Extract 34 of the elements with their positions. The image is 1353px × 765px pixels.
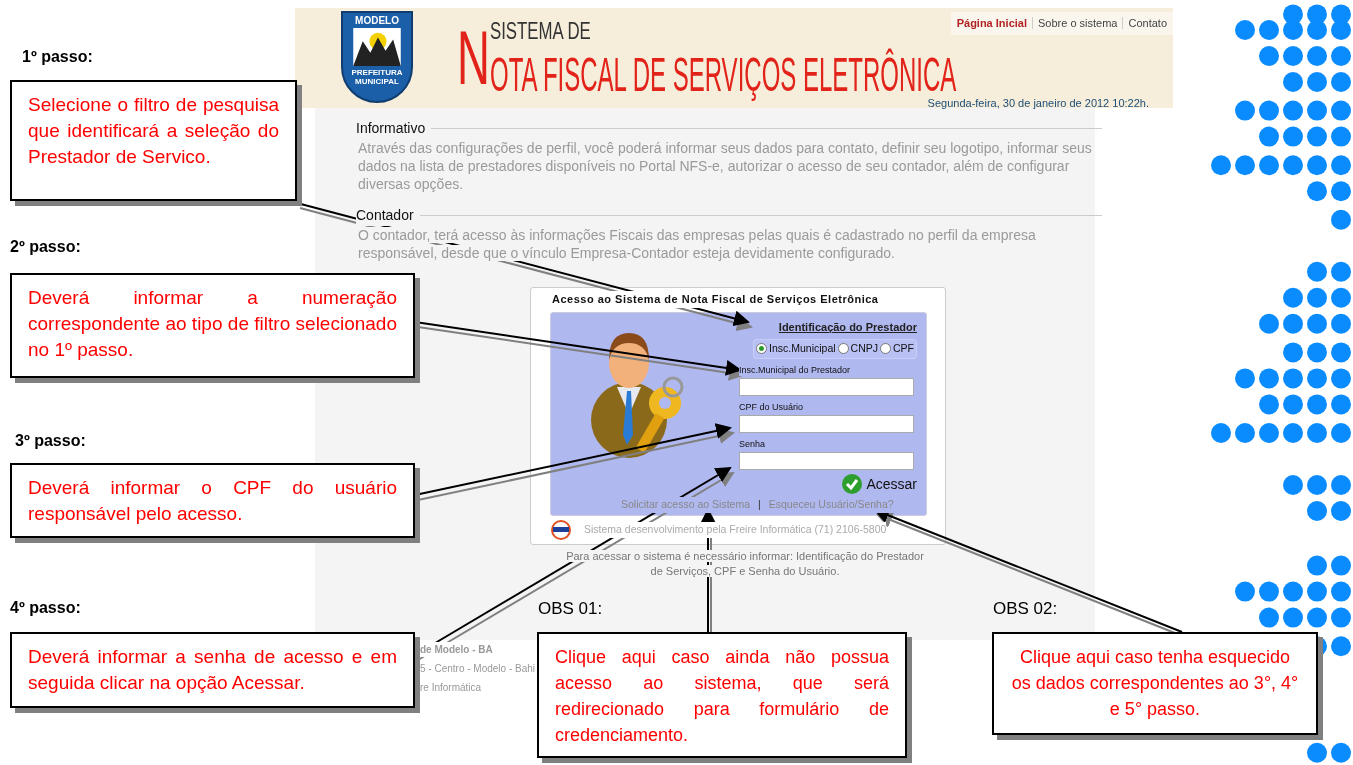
note-heading: OBS 01: [538,598,603,620]
radio-icon[interactable] [880,343,891,355]
footer-text: de Modelo - BA [420,642,493,657]
title-small: SISTEMA DE [489,16,592,46]
check-icon [842,473,863,494]
input-field[interactable] [739,414,914,433]
crest-band-text: PREFEITURA MUNICIPAL [350,68,404,86]
field-label: Insc.Municipal do Prestador [739,363,851,376]
crest-top-text: MODELO [355,16,399,26]
step-heading: 2º passo: [10,237,81,257]
step-heading: 3º passo: [15,431,86,451]
nav-link[interactable]: Sobre o sistema [1038,15,1118,32]
radio-icon[interactable] [756,343,768,355]
radio-option[interactable]: CNPJ [837,341,878,357]
mountain-sun-icon [351,28,403,66]
field-label: CPF do Usuário [739,400,804,413]
date-text: Segunda-feira, 30 de janeiro de 2012 10:22h. [927,95,1149,111]
field-label: Senha [739,437,766,450]
step-heading: 4º passo: [10,598,81,618]
login-title: Acesso ao Sistema de Nota Fiscal de Serviços Eletrônica [552,291,879,308]
nav-link[interactable]: Contato [1128,15,1167,32]
step-heading: 1º passo: [22,47,93,67]
developer-text: Sistema desenvolvimento pela Freire Informática (71) 2106-5800 [584,522,887,538]
radio-icon[interactable] [837,343,849,355]
title-initial: N [457,14,490,102]
developer-logo-icon [550,520,572,540]
input-field[interactable] [739,377,914,396]
input-field[interactable] [739,451,914,470]
nav-link[interactable]: Página Inicial [956,15,1027,32]
acessar-button[interactable]: Acessar [842,473,917,494]
radio-option[interactable]: Insc.Municipal [756,341,836,357]
link-separator: | [758,497,761,513]
note-heading: OBS 02: [993,598,1058,620]
radio-option[interactable]: CPF [880,341,914,357]
